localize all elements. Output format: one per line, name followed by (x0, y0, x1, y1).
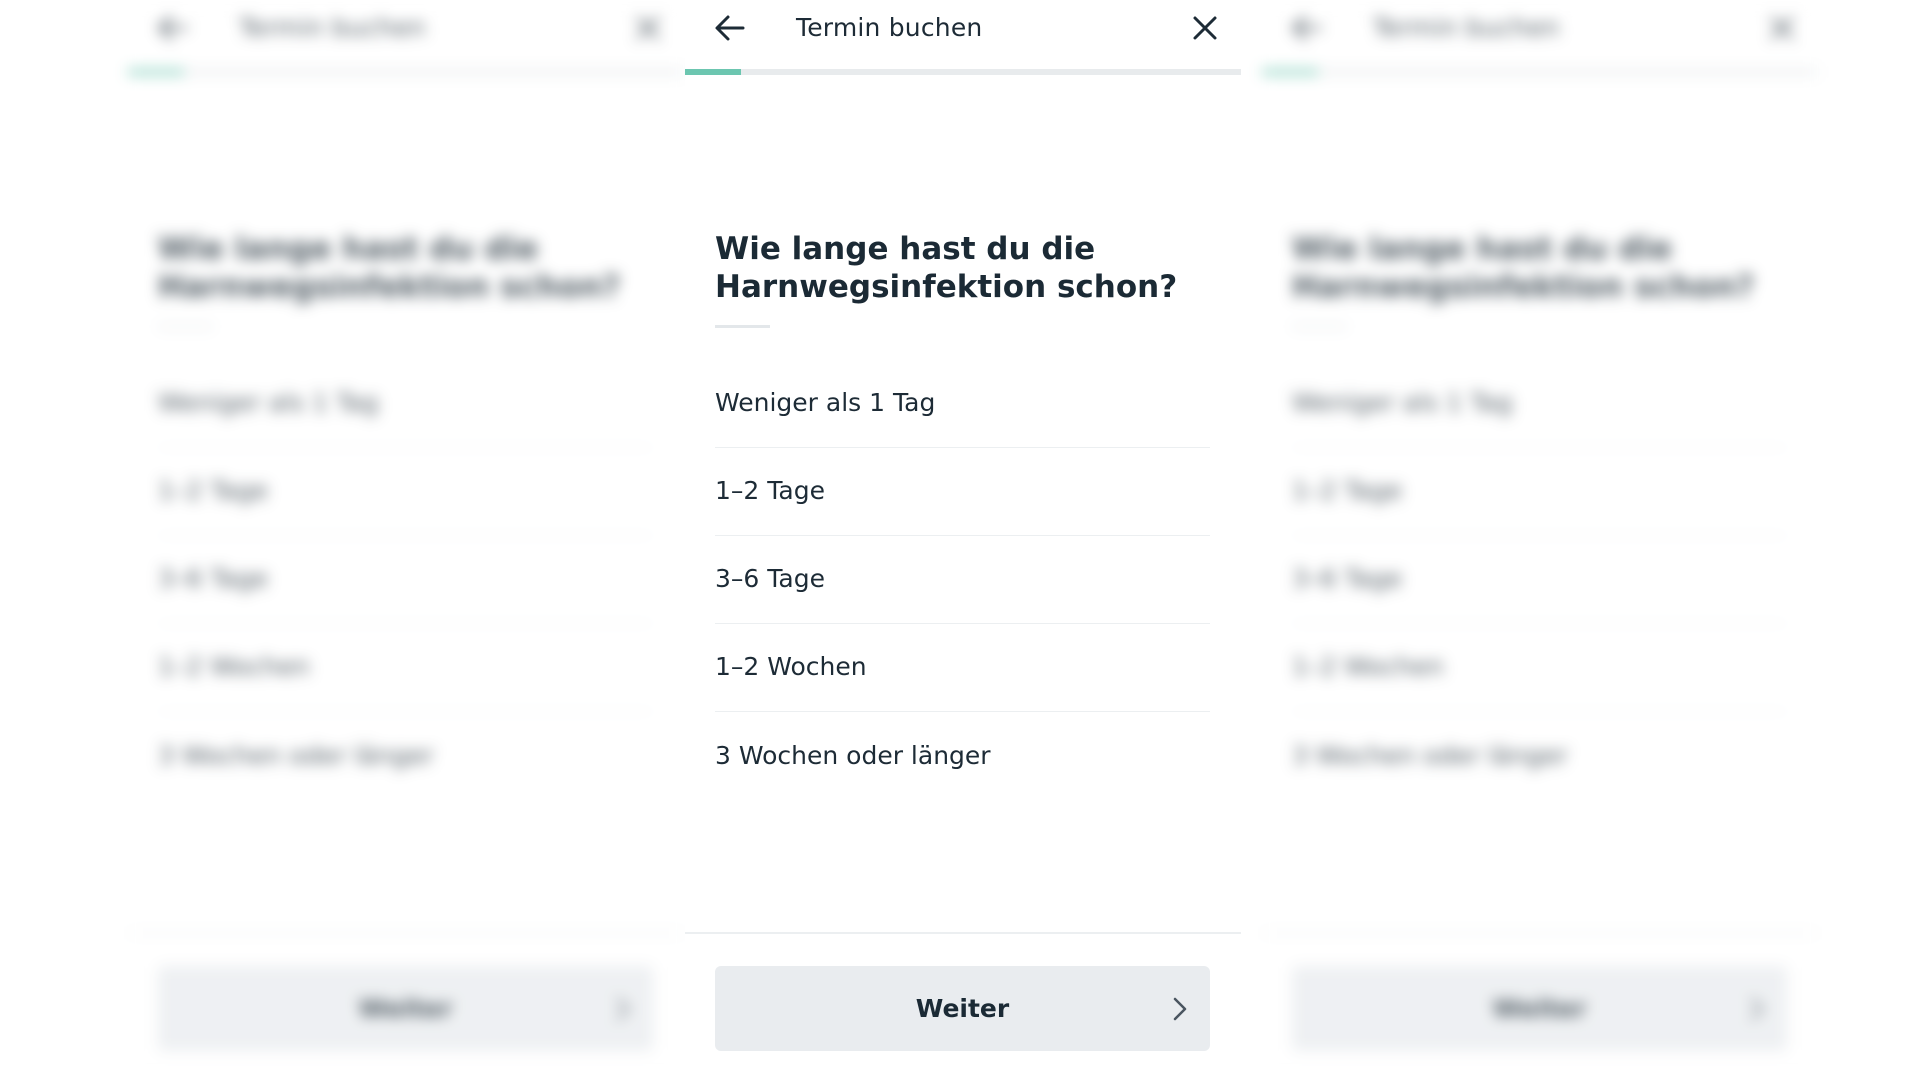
close-button (1765, 11, 1799, 45)
option-item: 1–2 Wochen (1292, 624, 1787, 712)
answer-options: Weniger als 1 Tag 1–2 Tage 3–6 Tage 1–2 … (715, 360, 1210, 800)
option-3-6-days[interactable]: 3–6 Tage (715, 536, 1210, 624)
next-button: Weiter (158, 966, 653, 1051)
chevron-right-icon (1750, 997, 1764, 1021)
close-button[interactable] (1188, 11, 1222, 45)
header: Termin buchen (1262, 0, 1818, 56)
header-title: Termin buchen (239, 13, 426, 42)
question-title: Wie lange hast du die Harnwegsinfektion … (158, 231, 621, 305)
progress-bar (685, 69, 1241, 75)
option-3-weeks-or-longer[interactable]: 3 Wochen oder länger (715, 712, 1210, 800)
progress-fill (128, 69, 184, 75)
next-button-label: Weiter (915, 994, 1010, 1023)
option-item: 3 Wochen oder länger (158, 740, 434, 770)
progress-bar (1262, 69, 1818, 75)
arrow-left-icon (158, 15, 188, 41)
title-underline (1292, 325, 1347, 328)
option-item: 3–6 Tage (1292, 536, 1787, 624)
progress-fill (1262, 69, 1318, 75)
option-item: Weniger als 1 Tag (158, 360, 653, 448)
close-icon (636, 16, 660, 40)
answer-options: Weniger als 1 Tag 1–2 Tage 3–6 Tage 1–2 … (1292, 360, 1787, 800)
option-item: 1–2 Wochen (158, 624, 653, 712)
answer-options: Weniger als 1 Tag 1–2 Tage 3–6 Tage 1–2 … (158, 360, 653, 800)
close-icon (1770, 16, 1794, 40)
booking-stage: Termin buchen Wie lange hast du die Harn… (0, 0, 1920, 1080)
previous-step-panel: Termin buchen Wie lange hast du die Harn… (128, 0, 684, 1080)
back-button (156, 12, 190, 44)
question-title: Wie lange hast du die Harnwegsinfektion … (715, 231, 1178, 305)
next-button-label: Weiter (358, 994, 453, 1023)
question-title: Wie lange hast du die Harnwegsinfektion … (1292, 231, 1755, 305)
arrow-left-icon (715, 15, 745, 41)
next-button: Weiter (1292, 966, 1787, 1051)
option-item: 1–2 Tage (1292, 448, 1787, 536)
option-item: 3 Wochen oder länger (1292, 740, 1568, 770)
chevron-right-icon (1173, 997, 1187, 1021)
option-less-than-1-day[interactable]: Weniger als 1 Tag (715, 360, 1210, 448)
header-title: Termin buchen (796, 13, 983, 42)
header: Termin buchen (128, 0, 684, 56)
option-item: Weniger als 1 Tag (1292, 360, 1787, 448)
close-icon (1193, 16, 1217, 40)
option-1-2-days[interactable]: 1–2 Tage (715, 448, 1210, 536)
footer-divider (685, 932, 1241, 934)
back-button[interactable] (713, 12, 747, 44)
title-underline (715, 325, 770, 328)
header-title: Termin buchen (1373, 13, 1560, 42)
progress-fill (685, 69, 741, 75)
footer-divider (128, 932, 684, 934)
header: Termin buchen (685, 0, 1241, 56)
back-button (1290, 12, 1324, 44)
title-underline (158, 325, 213, 328)
footer-divider (1262, 932, 1818, 934)
next-button[interactable]: Weiter (715, 966, 1210, 1051)
arrow-left-icon (1292, 15, 1322, 41)
option-item: 3–6 Tage (158, 536, 653, 624)
chevron-right-icon (616, 997, 630, 1021)
option-1-2-weeks[interactable]: 1–2 Wochen (715, 624, 1210, 712)
option-item: 1–2 Tage (158, 448, 653, 536)
next-step-panel: Termin buchen Wie lange hast du die Harn… (1262, 0, 1818, 1080)
progress-bar (128, 69, 684, 75)
current-step-panel: Termin buchen Wie lange hast du die Harn… (685, 0, 1241, 1080)
next-button-label: Weiter (1492, 994, 1587, 1023)
close-button (631, 11, 665, 45)
